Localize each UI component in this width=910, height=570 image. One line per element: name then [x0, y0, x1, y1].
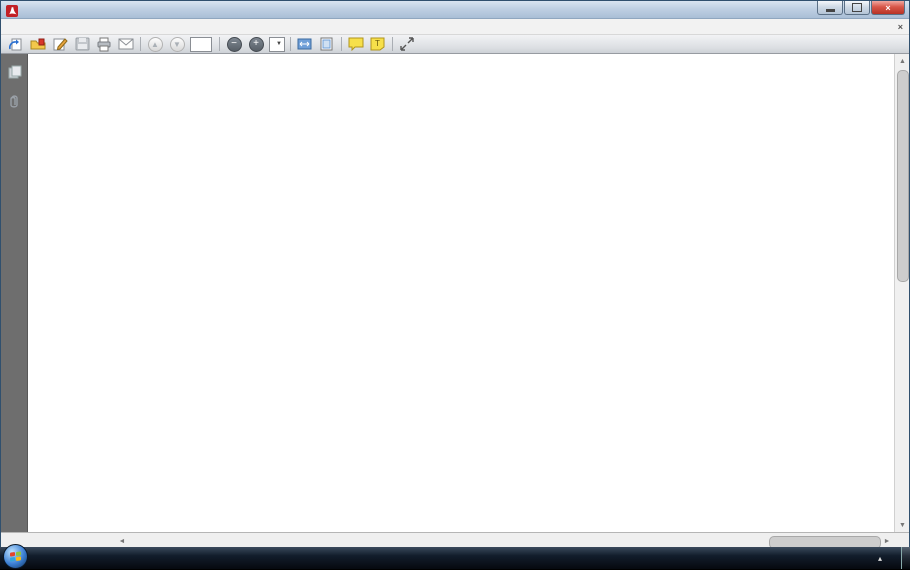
show-desktop-button[interactable]	[901, 547, 910, 569]
comment-bubble-button[interactable]	[345, 36, 367, 53]
sticky-note-button[interactable]: T	[367, 36, 389, 53]
page-thumbnails-icon[interactable]	[1, 60, 28, 84]
svg-text:T: T	[375, 39, 380, 48]
horizontal-scrollbar[interactable]: ◄ ►	[116, 535, 893, 547]
floor-plan-drawing	[28, 61, 896, 531]
zoom-in-button[interactable]: +	[245, 36, 267, 53]
page-number-input[interactable]	[190, 37, 212, 52]
document-page[interactable]	[28, 54, 896, 532]
attachments-icon[interactable]	[1, 90, 28, 114]
scroll-left-icon[interactable]: ◄	[116, 538, 128, 545]
next-page-button[interactable]: ▼	[166, 36, 188, 53]
scroll-right-icon[interactable]: ►	[881, 538, 893, 545]
fit-page-button[interactable]	[316, 36, 338, 53]
nav-pane	[1, 54, 28, 532]
email-button[interactable]	[115, 36, 137, 53]
taskbar: ▴	[0, 547, 910, 569]
print-button[interactable]	[93, 36, 115, 53]
previous-page-button[interactable]: ▲	[144, 36, 166, 53]
tray-expand-icon[interactable]: ▴	[875, 554, 885, 563]
scroll-down-icon[interactable]: ▼	[895, 518, 910, 532]
system-tray: ▴	[867, 547, 910, 569]
chevron-down-icon: ▼	[276, 41, 282, 47]
vertical-scrollbar[interactable]: ▲ ▼	[894, 54, 909, 532]
vertical-scroll-thumb[interactable]	[897, 70, 909, 282]
statusbar: ◄ ►	[1, 532, 909, 548]
adobe-reader-icon	[6, 4, 18, 16]
restore-button[interactable]	[844, 1, 870, 15]
close-button[interactable]: ×	[871, 1, 905, 15]
open-file-button[interactable]	[5, 36, 27, 53]
scroll-up-icon[interactable]: ▲	[895, 54, 910, 68]
fit-width-button[interactable]	[294, 36, 316, 53]
pdf-create-button[interactable]	[27, 36, 49, 53]
zoom-level-select[interactable]: ▼	[269, 37, 285, 52]
zoom-out-button[interactable]: −	[223, 36, 245, 53]
expand-view-button[interactable]	[396, 36, 418, 53]
menubar: ×	[1, 19, 909, 35]
titlebar[interactable]: ×	[1, 1, 909, 19]
windows-orb-icon	[3, 544, 28, 569]
toolbar: ▲ ▼ − + ▼ T	[1, 35, 909, 54]
start-button[interactable]	[0, 544, 30, 570]
floor-plan	[28, 61, 896, 531]
sign-pen-button[interactable]	[49, 36, 71, 53]
save-button[interactable]	[71, 36, 93, 53]
adobe-reader-window: × × ▲ ▼ − + ▼ T	[0, 0, 910, 547]
minimize-button[interactable]	[817, 1, 843, 15]
menubar-close-icon[interactable]: ×	[898, 22, 903, 32]
